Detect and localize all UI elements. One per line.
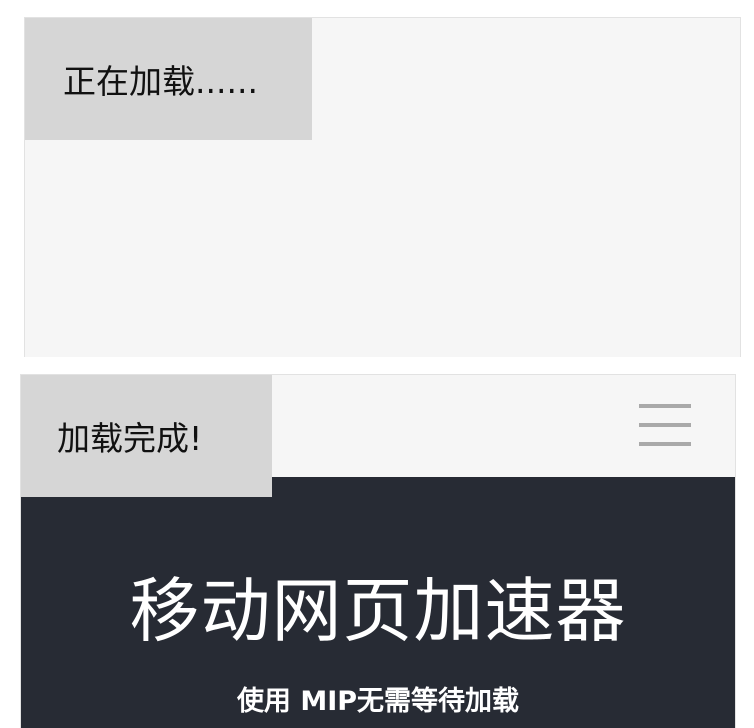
menu-line <box>639 442 691 446</box>
menu-line <box>639 423 691 427</box>
hamburger-menu-icon[interactable] <box>639 404 691 446</box>
hero-banner: 移动网页加速器 使用 MIP无需等待加载 <box>21 477 735 728</box>
loading-status-text: 正在加载...... <box>63 62 258 101</box>
hero-subtitle: 使用 MIP无需等待加载 <box>236 686 520 717</box>
loading-panel: 正在加载...... <box>24 17 741 357</box>
loaded-page-preview: 移动网页加速器 使用 MIP无需等待加载 加载完成! <box>20 374 736 728</box>
loaded-status-text: 加载完成! <box>57 419 203 458</box>
loading-status-badge: 正在加载...... <box>25 18 312 140</box>
loaded-status-badge: 加载完成! <box>21 375 272 497</box>
menu-line <box>639 404 691 408</box>
hero-title: 移动网页加速器 <box>129 570 627 652</box>
